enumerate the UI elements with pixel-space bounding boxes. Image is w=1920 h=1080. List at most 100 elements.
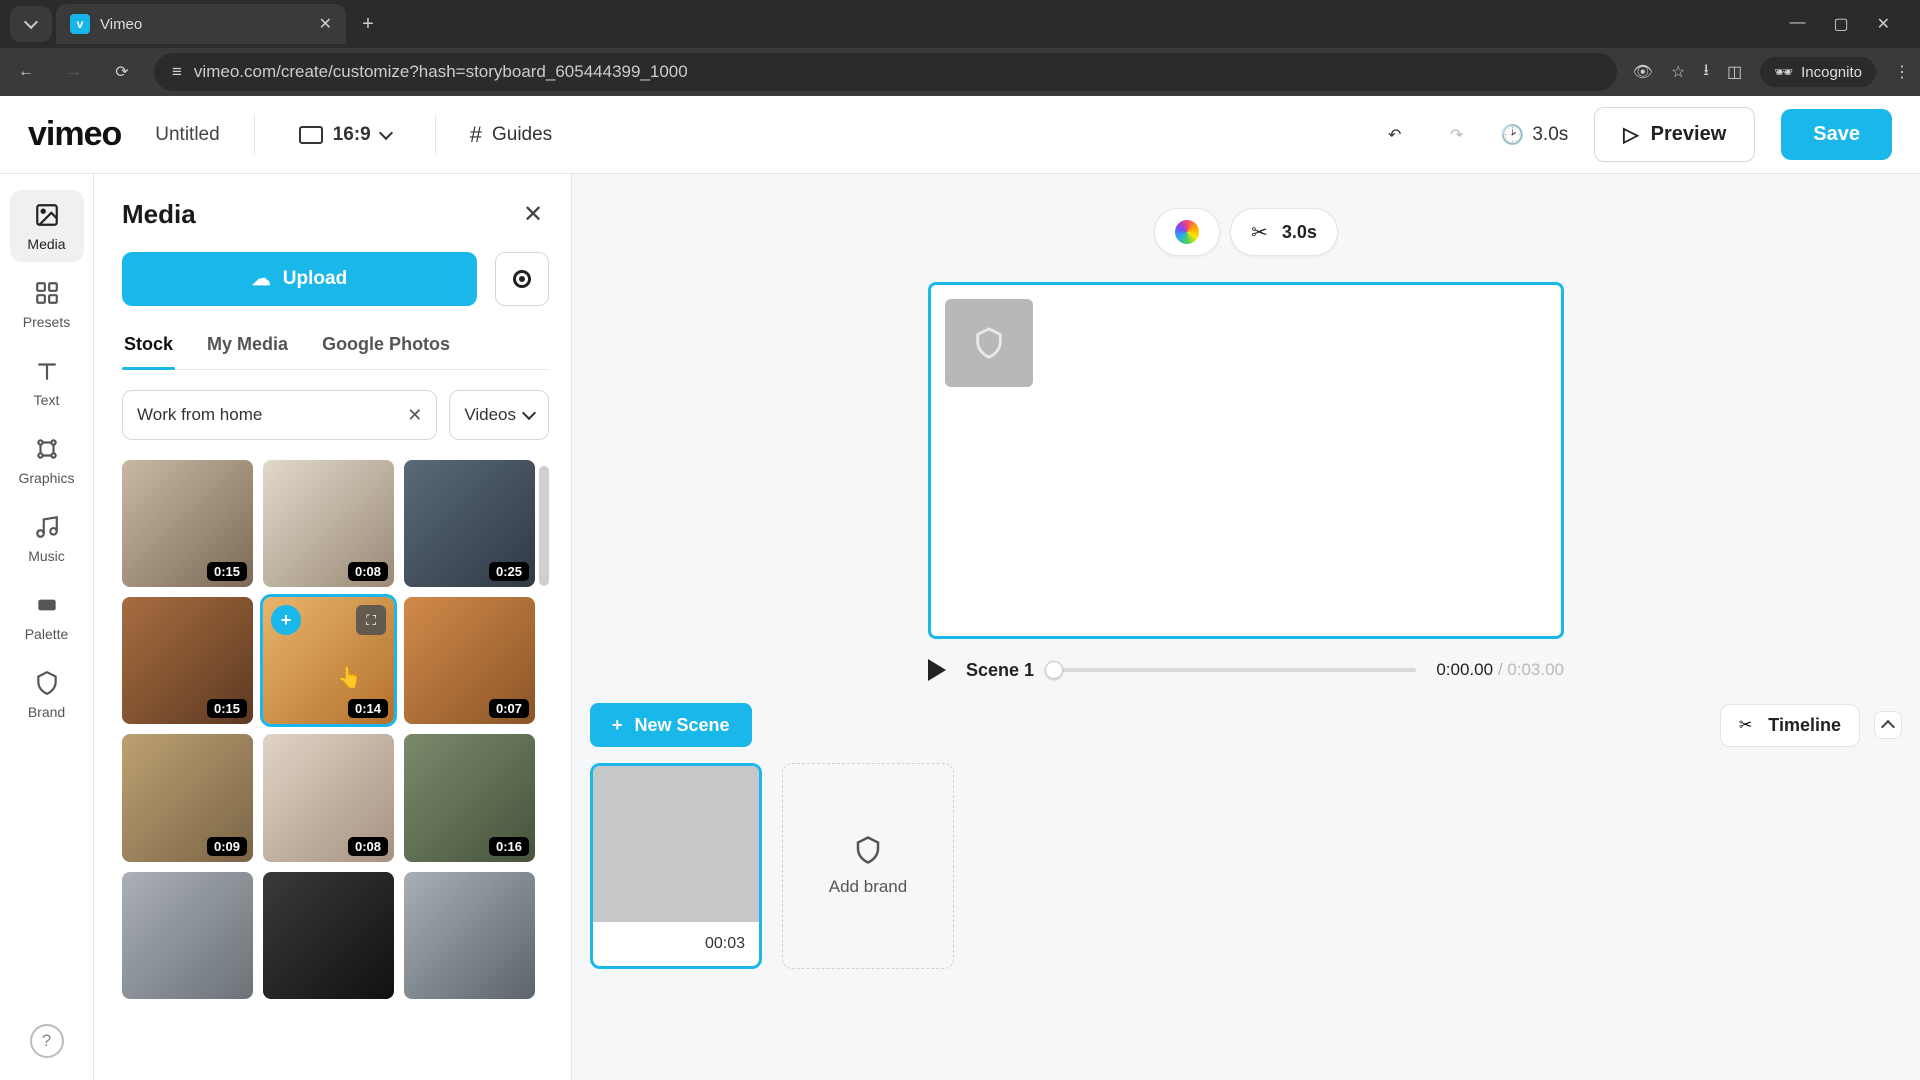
scene-progress[interactable]	[1054, 668, 1416, 672]
downloads-icon[interactable]: ⭳	[1703, 59, 1709, 86]
add-brand-slot[interactable]: Add brand	[782, 763, 954, 969]
scrollbar[interactable]	[539, 466, 549, 586]
rail-label: Music	[28, 548, 65, 564]
rail-media[interactable]: Media	[10, 190, 84, 262]
app-header: vimeo Untitled 16:9 # Guides ↶ ↷ 🕑 3.0s …	[0, 96, 1920, 174]
clear-search-icon[interactable]: ✕	[407, 405, 422, 426]
guides-button[interactable]: # Guides	[470, 122, 552, 148]
color-picker-button[interactable]	[1154, 208, 1220, 256]
forward-button[interactable]: →	[58, 56, 90, 88]
scene-card[interactable]: 00:03	[590, 763, 762, 969]
tab-google-photos[interactable]: Google Photos	[320, 334, 452, 369]
bookmark-icon[interactable]: ☆	[1671, 62, 1685, 82]
incognito-badge[interactable]: 🕶 Incognito	[1760, 57, 1876, 87]
back-button[interactable]: ←	[10, 56, 42, 88]
rail-presets[interactable]: Presets	[10, 268, 84, 340]
canvas-toolbar: ✂ 3.0s	[572, 208, 1920, 256]
media-thumbnail[interactable]: 0:08	[263, 734, 394, 861]
media-thumbnail[interactable]	[404, 872, 535, 999]
media-thumbnail[interactable]	[263, 872, 394, 999]
timeline-area: + New Scene ✂ Timeline 00:03	[572, 703, 1920, 989]
new-tab-button[interactable]: +	[350, 6, 386, 42]
timeline-collapse-button[interactable]	[1874, 711, 1902, 739]
preview-button[interactable]: ▷ Preview	[1594, 107, 1755, 162]
brand-icon	[34, 670, 60, 696]
clock-icon: 🕑	[1501, 123, 1525, 147]
rail-text[interactable]: Text	[10, 346, 84, 418]
record-button[interactable]	[495, 252, 549, 306]
new-scene-button[interactable]: + New Scene	[590, 703, 752, 747]
aspect-ratio-value: 16:9	[333, 124, 371, 146]
video-stage[interactable]	[928, 282, 1564, 639]
media-duration: 0:07	[489, 699, 529, 718]
maximize-icon[interactable]: ▢	[1833, 14, 1848, 34]
search-input[interactable]	[137, 405, 397, 425]
media-thumbnail-selected[interactable]: + ⛶ 👆 0:14	[263, 597, 394, 724]
media-thumbnail[interactable]: 0:08	[263, 460, 394, 587]
media-duration: 0:15	[207, 562, 247, 581]
media-thumbnail[interactable]: 0:15	[122, 460, 253, 587]
close-tab-icon[interactable]: ✕	[319, 14, 332, 34]
browser-tab[interactable]: v Vimeo ✕	[56, 4, 346, 44]
side-panel-icon[interactable]: ◫	[1727, 62, 1742, 82]
media-thumbnail[interactable]: 0:09	[122, 734, 253, 861]
chevron-down-icon	[522, 406, 536, 420]
presets-icon	[34, 280, 60, 306]
color-wheel-icon	[1175, 220, 1199, 244]
upload-button[interactable]: ☁ Upload	[122, 252, 477, 306]
media-type-filter[interactable]: Videos	[449, 390, 549, 440]
media-thumbnail[interactable]: 0:15	[122, 597, 253, 724]
media-thumbnail[interactable]	[122, 872, 253, 999]
rail-music[interactable]: Music	[10, 502, 84, 574]
text-icon	[34, 358, 60, 384]
save-button[interactable]: Save	[1781, 109, 1892, 160]
media-thumbnail[interactable]: 0:16	[404, 734, 535, 861]
aspect-ratio-selector[interactable]: 16:9	[289, 118, 401, 152]
overflow-menu-icon[interactable]: ⋮	[1894, 62, 1910, 82]
site-info-icon[interactable]: ≡	[172, 62, 182, 82]
media-duration: 0:08	[348, 562, 388, 581]
media-duration: 0:25	[489, 562, 529, 581]
eye-off-icon[interactable]: 👁	[1633, 62, 1653, 82]
project-duration[interactable]: 🕑 3.0s	[1501, 123, 1569, 147]
tab-my-media[interactable]: My Media	[205, 334, 290, 369]
minimize-icon[interactable]: —	[1789, 14, 1805, 34]
rail-palette[interactable]: Palette	[10, 580, 84, 652]
undo-button[interactable]: ↶	[1377, 117, 1413, 153]
url-field[interactable]: ≡ vimeo.com/create/customize?hash=storyb…	[154, 53, 1617, 91]
filter-value: Videos	[464, 405, 516, 425]
rail-label: Graphics	[18, 470, 74, 486]
rail-graphics[interactable]: Graphics	[10, 424, 84, 496]
upload-icon: ☁	[252, 268, 271, 291]
media-duration: 0:09	[207, 837, 247, 856]
canvas-area: ✂ 3.0s Scene 1 0:00.00 /	[572, 174, 1920, 1080]
rail-brand[interactable]: Brand	[10, 658, 84, 730]
redo-button[interactable]: ↷	[1439, 117, 1475, 153]
search-field[interactable]: ✕	[122, 390, 437, 440]
progress-knob[interactable]	[1045, 661, 1063, 679]
window-controls: — ▢ ✕	[1789, 14, 1910, 34]
expand-media-icon[interactable]: ⛶	[356, 605, 386, 635]
divider	[435, 115, 436, 155]
tab-stock[interactable]: Stock	[122, 334, 175, 369]
play-button[interactable]	[928, 659, 946, 681]
trim-button[interactable]: ✂ 3.0s	[1230, 208, 1338, 256]
media-thumbnail[interactable]: 0:07	[404, 597, 535, 724]
media-grid: 0:15 0:08 0:25 0:15 + ⛶ 👆 0:14 0:07 0:09…	[122, 460, 549, 999]
new-scene-label: New Scene	[635, 715, 730, 736]
project-title[interactable]: Untitled	[155, 124, 219, 146]
panel-title: Media	[122, 199, 196, 230]
timeline-toggle[interactable]: ✂ Timeline	[1720, 704, 1860, 747]
reload-button[interactable]: ⟳	[106, 56, 138, 88]
panel-close-button[interactable]: ✕	[517, 198, 549, 230]
address-bar: ← → ⟳ ≡ vimeo.com/create/customize?hash=…	[0, 48, 1920, 96]
brand-icon	[853, 835, 883, 865]
palette-icon	[34, 592, 60, 618]
media-duration: 0:08	[348, 837, 388, 856]
add-media-icon[interactable]: +	[271, 605, 301, 635]
help-button[interactable]: ?	[30, 1024, 64, 1058]
media-thumbnail[interactable]: 0:25	[404, 460, 535, 587]
tab-search-button[interactable]	[10, 6, 52, 42]
vimeo-logo[interactable]: vimeo	[28, 115, 121, 154]
close-window-icon[interactable]: ✕	[1877, 14, 1890, 34]
